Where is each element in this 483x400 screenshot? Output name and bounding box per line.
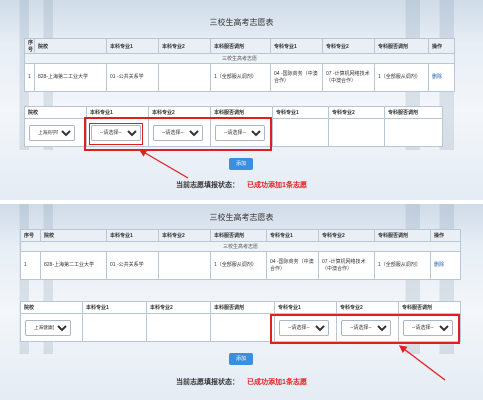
cell-seq: 1: [24, 63, 35, 92]
col-seq: 序号: [20, 229, 41, 242]
col-undergrad-adjust: 本科服否调剂: [210, 38, 271, 54]
sel-col-college-adjust: 专科服否调剂: [384, 106, 443, 119]
selection-table: 院校 本科专业1 本科专业2 本科服否调剂 专科专业1 专科专业2 专科服否调剂…: [20, 301, 461, 342]
cell-college-major1: 04 -国际商务（中澳合作）: [270, 63, 323, 92]
add-button[interactable]: 添加: [229, 158, 253, 170]
sel-col-school: 院校: [20, 301, 83, 314]
sel-col-college-major1: 专科专业1: [274, 301, 337, 314]
sel-col-major1: 本科专业1: [86, 106, 149, 119]
status-value: 已成功添加1条志愿: [247, 379, 307, 386]
col-seq: 序号: [24, 38, 35, 54]
cell-college-major2: 07 -计算机网络技术（中澳合作）: [322, 63, 375, 92]
delete-link[interactable]: 删除: [432, 74, 442, 80]
sel-col-major2: 本科专业2: [146, 301, 211, 314]
selection-row: 上海商学院 --请选择-- --请选择-- --请选择--: [24, 118, 443, 147]
section-label-row: 三校生高考志愿: [24, 53, 455, 64]
page-title: 三校生高考志愿表: [209, 213, 274, 222]
status-label: 当前志愿填报状态：: [176, 379, 240, 386]
undergrad-adjust-empty: [210, 313, 275, 342]
submitted-table: 序号 院校 本科专业1 本科专业2 本科服否调剂 专科专业1 专科专业2 专科服…: [20, 229, 461, 280]
section-label-row: 三校生高考志愿: [20, 241, 461, 252]
major2-select[interactable]: --请选择--: [153, 124, 203, 141]
table-header-row: 序号 院校 本科专业1 本科专业2 本科服否调剂 专科专业1 专科专业2 专科服…: [24, 38, 455, 54]
col-school: 院校: [34, 38, 107, 54]
cell-school: 828-上海第二工业大学: [40, 251, 107, 280]
col-major1: 本科专业1: [106, 229, 159, 242]
sel-col-undergrad-adjust: 本科服否调剂: [210, 106, 273, 119]
table-header-row: 序号 院校 本科专业1 本科专业2 本科服否调剂 专科专业1 专科专业2 专科服…: [20, 229, 461, 242]
college-major1-empty: [272, 118, 329, 147]
sel-col-major2: 本科专业2: [148, 106, 211, 119]
cell-seq: 1: [20, 251, 41, 280]
sel-col-college-major1: 专科专业1: [272, 106, 329, 119]
college-major2-select[interactable]: --请选择--: [341, 319, 391, 336]
cell-major1: 01 -公共关系学: [106, 63, 159, 92]
col-college-major2: 专科专业2: [322, 38, 375, 54]
col-school: 院校: [40, 229, 107, 242]
selection-table: 院校 本科专业1 本科专业2 本科服否调剂 专科专业1 专科专业2 专科服否调剂…: [24, 106, 443, 147]
col-major1: 本科专业1: [106, 38, 159, 54]
cell-college-adjust: 1（全部服从调剂）: [374, 251, 431, 280]
cell-college-major1: 04 -国际商务（中澳合作）: [266, 251, 319, 280]
table-row: 1 828-上海第二工业大学 01 -公共关系学 1（全部服从调剂） 04 -国…: [24, 63, 455, 92]
selection-header-row: 院校 本科专业1 本科专业2 本科服否调剂 专科专业1 专科专业2 专科服否调剂: [24, 106, 443, 119]
col-college-major1: 专科专业1: [270, 38, 323, 54]
status-line: 当前志愿填报状态： 已成功添加1条志愿: [0, 377, 483, 387]
page-title: 三校生高考志愿表: [209, 18, 274, 27]
cell-school: 828-上海第二工业大学: [34, 63, 107, 92]
undergrad-adjust-select[interactable]: --请选择--: [215, 124, 265, 141]
major1-empty: [82, 313, 147, 342]
sel-col-major1: 本科专业1: [82, 301, 147, 314]
selection-header-row: 院校 本科专业1 本科专业2 本科服否调剂 专科专业1 专科专业2 专科服否调剂: [20, 301, 461, 314]
college-adjust-select[interactable]: --请选择--: [403, 319, 453, 336]
delete-link[interactable]: 删除: [434, 262, 444, 268]
major2-empty: [146, 313, 211, 342]
col-major2: 本科专业2: [158, 229, 211, 242]
cell-major2: [158, 63, 211, 92]
submitted-table: 序号 院校 本科专业1 本科专业2 本科服否调剂 专科专业1 专科专业2 专科服…: [24, 38, 455, 92]
col-college-major1: 专科专业1: [266, 229, 319, 242]
col-college-adjust: 专科服否调剂: [374, 38, 429, 54]
col-operation: 操作: [428, 38, 455, 54]
cell-undergrad-adjust: 1（全部服从调剂）: [210, 251, 267, 280]
college-major2-empty: [328, 118, 385, 147]
sel-col-undergrad-adjust: 本科服否调剂: [210, 301, 275, 314]
school-select[interactable]: 上海健康医学院: [25, 319, 71, 336]
major1-select[interactable]: --请选择--: [91, 124, 141, 141]
cell-major2: [158, 251, 211, 280]
status-line: 当前志愿填报状态： 已成功添加1条志愿: [0, 180, 483, 190]
college-major1-select[interactable]: --请选择--: [279, 319, 329, 336]
col-college-adjust: 专科服否调剂: [374, 229, 431, 242]
col-operation: 操作: [430, 229, 461, 242]
col-undergrad-adjust: 本科服否调剂: [210, 229, 267, 242]
table-row: 1 828-上海第二工业大学 01 -公共关系学 1（全部服从调剂） 04 -国…: [20, 251, 461, 280]
sel-col-school: 院校: [24, 106, 87, 119]
status-value: 已成功添加1条志愿: [247, 182, 307, 189]
col-major2: 本科专业2: [158, 38, 211, 54]
sel-col-college-major2: 专科专业2: [328, 106, 385, 119]
add-button[interactable]: 添加: [229, 353, 253, 365]
selection-row: 上海健康医学院 --请选择-- --请选择-- --请选择--: [20, 313, 461, 342]
cell-undergrad-adjust: 1（全部服从调剂）: [210, 63, 271, 92]
col-college-major2: 专科专业2: [318, 229, 375, 242]
status-label: 当前志愿填报状态：: [176, 182, 240, 189]
cell-major1: 01 -公共关系学: [106, 251, 159, 280]
college-adjust-empty: [384, 118, 443, 147]
section-label: 三校生高考志愿: [24, 53, 455, 64]
panel-undergrad-selection: 三校生高考志愿表 序号 院校 本科专业1 本科专业2 本科服否调剂 专科专业1 …: [0, 0, 483, 200]
panel-college-selection: 三校生高考志愿表 序号 院校 本科专业1 本科专业2 本科服否调剂 专科专业1 …: [0, 204, 483, 400]
cell-college-major2: 07 -计算机网络技术（中澳合作）: [318, 251, 375, 280]
school-select[interactable]: 上海商学院: [29, 124, 75, 141]
sel-col-college-major2: 专科专业2: [336, 301, 399, 314]
cell-college-adjust: 1（全部服从调剂）: [374, 63, 429, 92]
sel-col-college-adjust: 专科服否调剂: [398, 301, 461, 314]
section-label: 三校生高考志愿: [20, 241, 461, 252]
